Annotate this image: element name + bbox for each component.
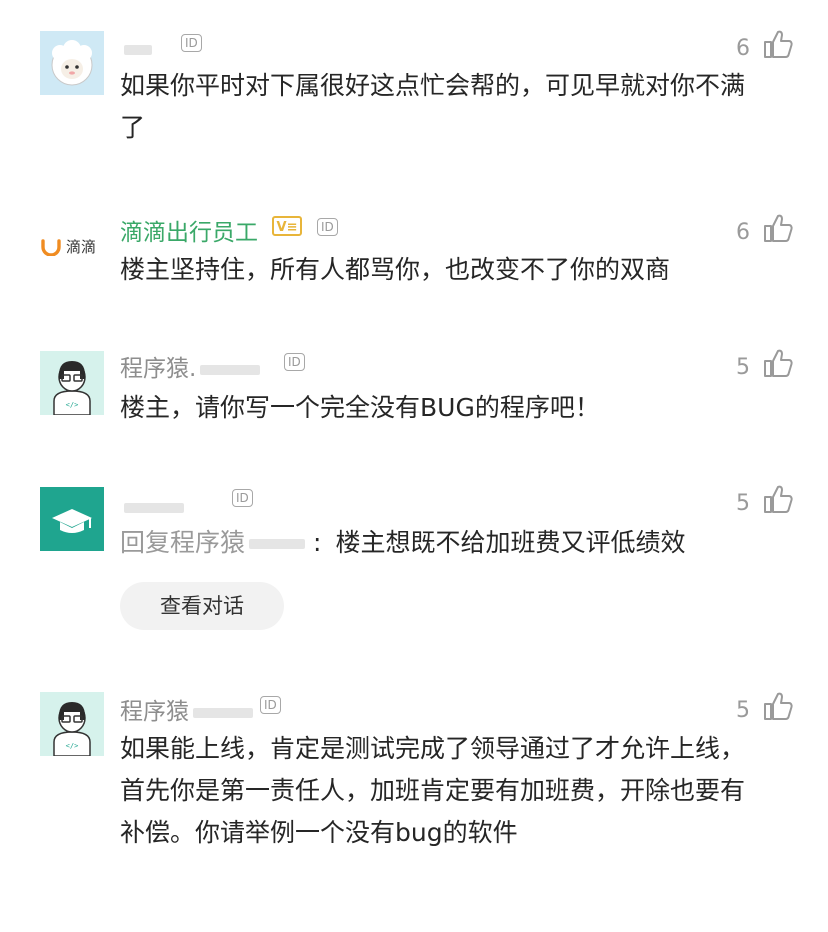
user-avatar[interactable] bbox=[40, 31, 104, 95]
like-count: 5 bbox=[736, 355, 750, 380]
like-count: 5 bbox=[736, 491, 750, 516]
coder-avatar-icon: </> bbox=[40, 692, 104, 756]
comment-text: 楼主，请你写一个完全没有BUG的程序吧！ bbox=[120, 393, 600, 422]
reply-prefix[interactable]: 回复程序猿 bbox=[120, 528, 245, 557]
comment-username[interactable]: 程序猿 bbox=[120, 692, 253, 726]
reply-separator: : bbox=[313, 528, 322, 557]
thumbs-up-icon[interactable] bbox=[762, 483, 794, 515]
comment-text: 回复程序猿: 楼主想既不给加班费又评低绩效 bbox=[120, 522, 780, 564]
user-avatar[interactable]: 滴滴 bbox=[40, 236, 96, 257]
like-count: 5 bbox=[736, 698, 750, 723]
sheep-avatar-icon bbox=[40, 31, 104, 95]
like-count: 6 bbox=[736, 36, 750, 61]
reply-body: 楼主想既不给加班费又评低绩效 bbox=[335, 528, 686, 557]
didi-logo-icon bbox=[41, 238, 61, 256]
comment-username[interactable]: 滴滴出行员工 bbox=[120, 213, 258, 247]
view-conversation-button[interactable]: 查看对话 bbox=[120, 582, 284, 630]
user-avatar[interactable] bbox=[40, 487, 104, 551]
comment-text: 楼主坚持住，所有人都骂你，也改变不了你的双商 bbox=[120, 255, 671, 284]
id-tag: ID bbox=[232, 489, 253, 507]
graduation-cap-icon bbox=[40, 487, 104, 551]
thumbs-up-icon[interactable] bbox=[762, 690, 794, 722]
coder-avatar-icon: </> bbox=[40, 351, 104, 415]
comment-username[interactable] bbox=[120, 494, 184, 520]
svg-text:</>: </> bbox=[66, 401, 79, 409]
thumbs-up-icon[interactable] bbox=[762, 347, 794, 379]
like-count: 6 bbox=[736, 220, 750, 245]
thumbs-up-icon[interactable] bbox=[762, 28, 794, 60]
id-tag: ID bbox=[181, 34, 202, 52]
id-tag: ID bbox=[260, 696, 281, 714]
comment-username[interactable]: 程序猿. bbox=[120, 349, 261, 383]
verified-badge: V≡ bbox=[272, 216, 302, 236]
id-tag: ID bbox=[317, 218, 338, 236]
user-avatar[interactable]: </> bbox=[40, 692, 104, 756]
user-avatar[interactable]: </> bbox=[40, 351, 104, 415]
thumbs-up-icon[interactable] bbox=[762, 212, 794, 244]
comment-text: 如果能上线，肯定是测试完成了领导通过了才允许上线，首先你是第一责任人，加班肯定要… bbox=[120, 734, 746, 847]
comment-username[interactable] bbox=[120, 36, 152, 62]
comment-text: 如果你平时对下属很好这点忙会帮的，可见早就对你不满了 bbox=[120, 71, 746, 142]
svg-text:</>: </> bbox=[66, 742, 79, 750]
avatar-label: 滴滴 bbox=[66, 238, 97, 256]
id-tag: ID bbox=[284, 353, 305, 371]
